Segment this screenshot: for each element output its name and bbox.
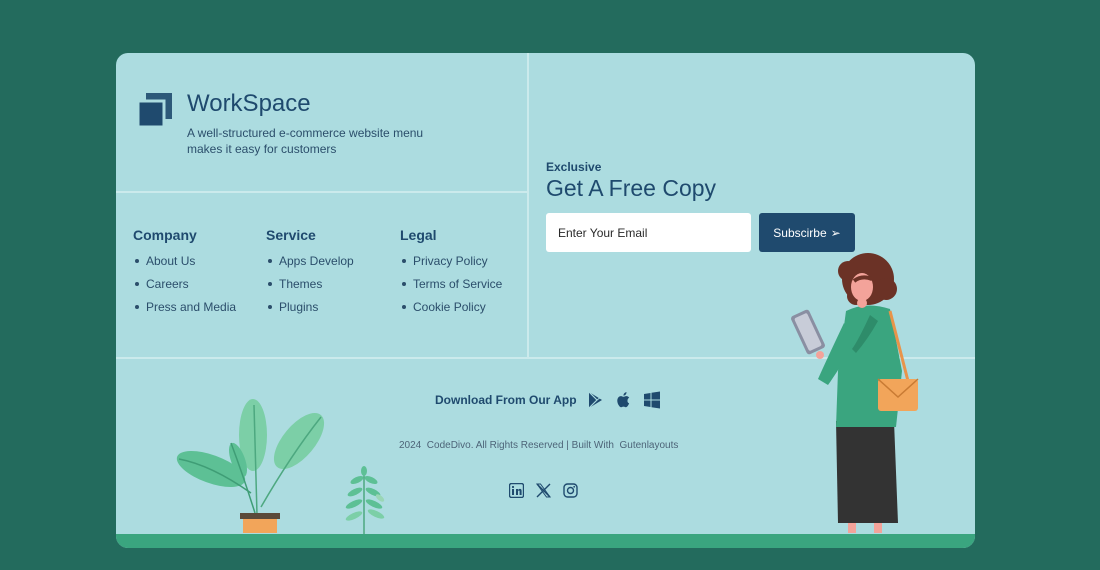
column-title: Company [133,227,197,243]
fern-illustration [345,466,385,536]
footer-link-careers[interactable]: Careers [133,276,236,299]
footer-link-apps-develop[interactable]: Apps Develop [266,253,354,276]
social-links [509,483,578,498]
subscribe-label: Subscirbe [773,225,827,240]
apple-icon[interactable] [615,391,633,409]
footer-link-plugins[interactable]: Plugins [266,299,354,322]
footer-link-themes[interactable]: Themes [266,276,354,299]
footer-link-about-us[interactable]: About Us [133,253,236,276]
send-arrow-icon: ➢ [830,225,841,240]
linkedin-icon[interactable] [509,483,524,498]
download-label: Download From Our App [435,393,577,407]
brand-name[interactable]: WorkSpace [187,90,311,118]
google-play-icon[interactable] [587,391,605,409]
ground-strip [116,534,975,548]
woman-with-tablet-illustration [791,253,919,533]
email-input[interactable] [546,213,751,252]
download-apps: Download From Our App [435,391,661,409]
newsletter-title: Get A Free Copy [546,175,717,201]
x-icon[interactable] [536,483,551,498]
windows-icon[interactable] [643,391,661,409]
footer-link-terms[interactable]: Terms of Service [400,276,502,299]
horizontal-divider [116,191,527,193]
vertical-divider [527,53,529,359]
footer-column-company: Company About Us Careers Press and Media [133,227,236,322]
footer-column-service: Service Apps Develop Themes Plugins [266,227,354,322]
footer-column-legal: Legal Privacy Policy Terms of Service Co… [400,227,502,322]
footer-link-privacy-policy[interactable]: Privacy Policy [400,253,502,276]
column-title: Legal [400,227,437,243]
footer-card: WorkSpace A well-structured e-commerce w… [116,53,975,548]
footer-link-press-media[interactable]: Press and Media [133,299,236,322]
newsletter-eyebrow: Exclusive [546,160,602,174]
copyright-text: 2024 CodeDivo. All Rights Reserved | Bui… [399,440,679,451]
column-title: Service [266,227,316,243]
potted-plant-illustration [176,399,325,533]
logo-icon [138,93,172,127]
instagram-icon[interactable] [563,483,578,498]
footer-link-cookie-policy[interactable]: Cookie Policy [400,299,502,322]
subscribe-button[interactable]: Subscirbe ➢ [759,213,855,252]
brand-tagline: A well-structured e-commerce website men… [187,126,424,156]
